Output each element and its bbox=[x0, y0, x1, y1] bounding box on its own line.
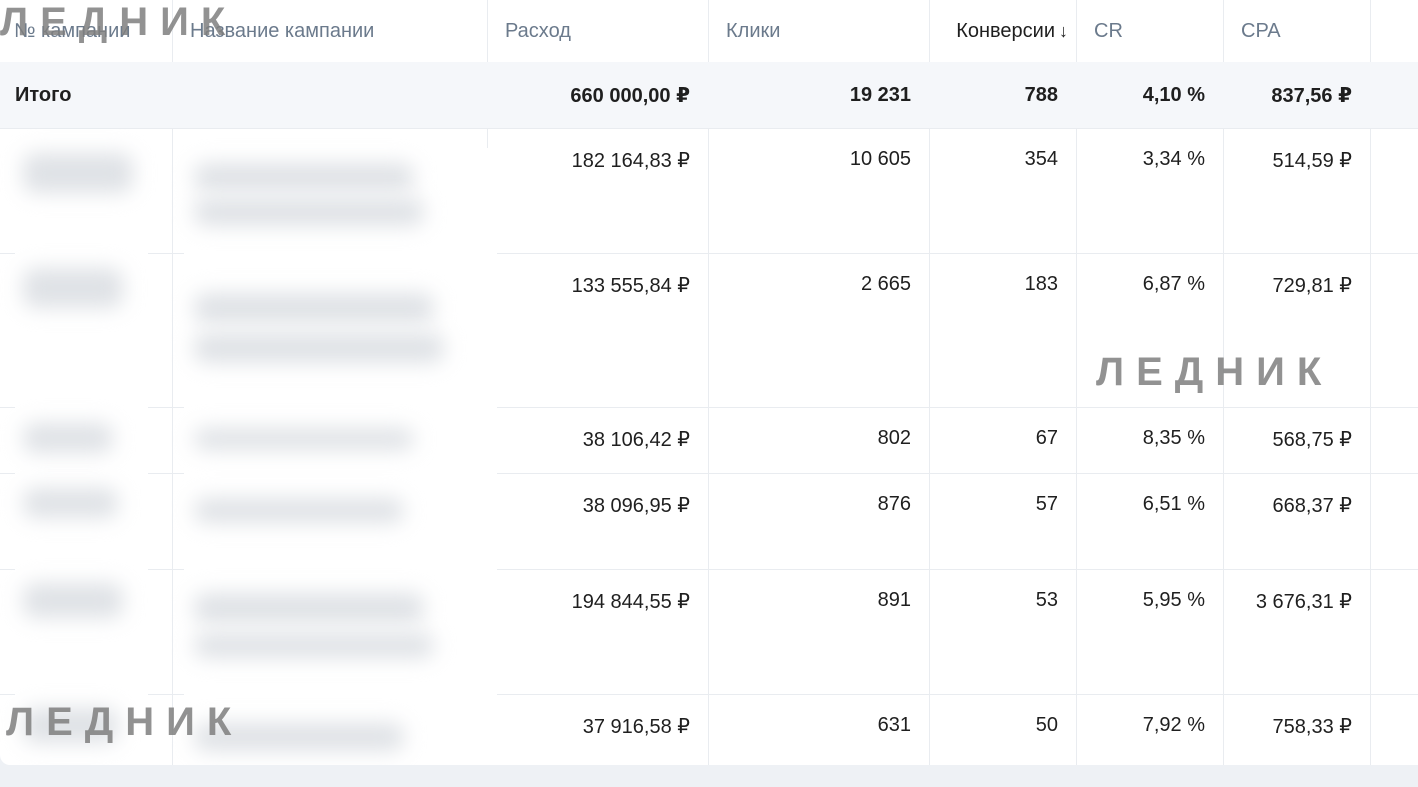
total-label: Итого bbox=[15, 83, 72, 106]
header-cr[interactable]: CR bbox=[1076, 0, 1223, 62]
row-conversions: 53 bbox=[1035, 589, 1058, 611]
header-label: Расход bbox=[505, 19, 571, 42]
row-cr: 5,95 % bbox=[1142, 589, 1205, 611]
row-spend: 133 555,84 ₽ bbox=[571, 275, 690, 297]
row-cr: 3,34 % bbox=[1142, 148, 1205, 170]
row-spend: 194 844,55 ₽ bbox=[571, 591, 690, 613]
total-row: Итого 660 000,00 ₽ 19 231 788 4,10 % 837… bbox=[0, 62, 1418, 129]
total-spend: 660 000,00 ₽ bbox=[570, 84, 690, 107]
row-spend: 38 096,95 ₽ bbox=[582, 495, 690, 517]
row-conversions: 67 bbox=[1035, 427, 1058, 449]
row-conversions: 183 bbox=[1024, 273, 1058, 295]
row-spend: 182 164,83 ₽ bbox=[571, 150, 690, 172]
row-cpa: 3 676,31 ₽ bbox=[1255, 591, 1352, 613]
row-clicks: 10 605 bbox=[849, 148, 911, 170]
total-cpa: 837,56 ₽ bbox=[1271, 84, 1352, 107]
redacted-campaign-numbers bbox=[15, 143, 148, 762]
header-cpa[interactable]: CPA bbox=[1223, 0, 1370, 62]
header-label: CPA bbox=[1241, 19, 1281, 42]
header-clicks[interactable]: Клики bbox=[708, 0, 929, 62]
header-label: Клики bbox=[726, 19, 781, 42]
header-conversions[interactable]: Конверсии ↓ bbox=[929, 0, 1076, 62]
total-cr: 4,10 % bbox=[1142, 83, 1205, 106]
watermark-logo: ЛЕДНИК bbox=[1096, 350, 1334, 394]
row-clicks: 876 bbox=[877, 493, 911, 515]
row-cpa: 668,37 ₽ bbox=[1272, 495, 1352, 517]
row-spend: 37 916,58 ₽ bbox=[582, 716, 690, 738]
row-conversions: 50 bbox=[1035, 714, 1058, 736]
watermark-logo: ЛЕДНИК bbox=[6, 700, 244, 744]
campaign-stats-table: № кампании Название кампании Расход Клик… bbox=[0, 0, 1418, 765]
row-conversions: 57 bbox=[1035, 493, 1058, 515]
redacted-campaign-names bbox=[184, 148, 497, 765]
row-cr: 7,92 % bbox=[1142, 714, 1205, 736]
row-cpa: 758,33 ₽ bbox=[1272, 716, 1352, 738]
row-cr: 6,51 % bbox=[1142, 493, 1205, 515]
row-conversions: 354 bbox=[1024, 148, 1058, 170]
watermark-logo: ЛЕДНИК bbox=[0, 0, 238, 44]
row-clicks: 802 bbox=[877, 427, 911, 449]
total-clicks: 19 231 bbox=[849, 83, 911, 106]
row-cpa: 514,59 ₽ bbox=[1272, 150, 1352, 172]
row-clicks: 2 665 bbox=[860, 273, 911, 295]
sort-descending-icon: ↓ bbox=[1059, 20, 1068, 41]
row-spend: 38 106,42 ₽ bbox=[582, 429, 690, 451]
row-clicks: 631 bbox=[877, 714, 911, 736]
row-cr: 8,35 % bbox=[1142, 427, 1205, 449]
row-clicks: 891 bbox=[877, 589, 911, 611]
total-conversions: 788 bbox=[1024, 83, 1058, 106]
row-cpa: 568,75 ₽ bbox=[1272, 429, 1352, 451]
header-label: Конверсии bbox=[956, 19, 1055, 42]
header-spend[interactable]: Расход bbox=[487, 0, 708, 62]
header-label: CR bbox=[1094, 19, 1123, 42]
